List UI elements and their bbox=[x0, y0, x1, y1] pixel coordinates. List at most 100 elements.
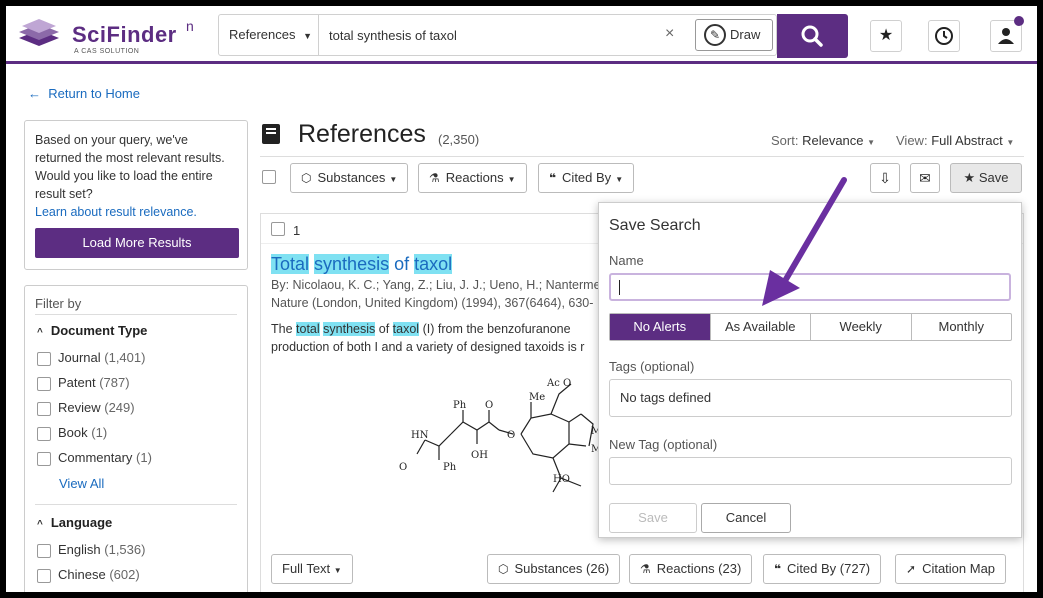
abstract-text: production of both I and a variety of de… bbox=[271, 340, 585, 354]
result-reactions-label: Reactions (23) bbox=[656, 561, 742, 576]
save-button[interactable]: ★ Save bbox=[950, 163, 1022, 193]
filter-item-commentary[interactable]: Commentary (1) bbox=[37, 450, 152, 466]
title-word: synthesis bbox=[314, 254, 390, 274]
abstract-text: The bbox=[271, 322, 293, 336]
substances-button[interactable]: ⬡ Substances ▼ bbox=[290, 163, 409, 193]
abstract-highlight: synthesis bbox=[323, 322, 376, 336]
filter-title: Filter by bbox=[35, 296, 82, 311]
checkbox[interactable] bbox=[37, 568, 51, 583]
cited-by-button[interactable]: ❝ Cited By ▼ bbox=[538, 163, 635, 193]
arrow-left-icon: ← bbox=[28, 86, 41, 101]
result-cited-by-button[interactable]: ❝ Cited By (727) bbox=[763, 554, 882, 584]
new-tag-label: New Tag (optional) bbox=[609, 437, 718, 452]
result-title-link[interactable]: Total synthesis of taxol bbox=[271, 254, 453, 275]
filter-item-review[interactable]: Review (249) bbox=[37, 400, 135, 416]
structure-label: OH bbox=[471, 450, 488, 461]
filter-item-patent[interactable]: Patent (787) bbox=[37, 375, 130, 391]
structure-label: Ph bbox=[453, 400, 467, 411]
search-bar: References ▼ × ✎ Draw bbox=[218, 14, 777, 56]
popover-cancel-button[interactable]: Cancel bbox=[701, 503, 791, 533]
save-label: Save bbox=[978, 170, 1009, 185]
title-word: of bbox=[394, 254, 410, 274]
page-title: References bbox=[298, 120, 426, 148]
chemical-structure-image[interactable]: Ac O Ph O Me HN O Me Me O OH Ph HO O bbox=[381, 374, 611, 504]
checkbox[interactable] bbox=[37, 426, 51, 441]
full-text-button[interactable]: Full Text ▼ bbox=[271, 554, 353, 584]
filter-item-journal[interactable]: Journal (1,401) bbox=[37, 350, 145, 366]
alert-option-no-alerts[interactable]: No Alerts bbox=[610, 314, 711, 340]
chevron-up-icon: ^ bbox=[37, 327, 43, 338]
tags-field[interactable]: No tags defined bbox=[609, 379, 1012, 417]
favorites-button[interactable]: ★ bbox=[870, 20, 902, 52]
notification-dot bbox=[1014, 16, 1024, 26]
filter-count: (249) bbox=[104, 400, 135, 415]
envelope-icon: ✉ bbox=[919, 170, 931, 186]
filter-label: Journal bbox=[58, 350, 101, 365]
filter-count: (1,401) bbox=[104, 350, 146, 365]
result-substances-label: Substances (26) bbox=[514, 561, 610, 576]
email-button[interactable]: ✉ bbox=[910, 163, 940, 193]
return-home-link[interactable]: ← Return to Home bbox=[28, 86, 140, 101]
scifinder-logo[interactable]: SciFinder n A CAS SOLUTION bbox=[14, 16, 194, 56]
clock-icon bbox=[935, 27, 953, 45]
new-tag-input[interactable] bbox=[609, 457, 1012, 485]
result-journal: Nature (London, United Kingdom) (1994), … bbox=[271, 296, 594, 310]
chevron-down-icon: ▼ bbox=[303, 31, 313, 41]
draw-label: Draw bbox=[730, 27, 761, 42]
filter-item-english[interactable]: English (1,536) bbox=[37, 542, 145, 558]
load-more-button[interactable]: Load More Results bbox=[35, 228, 239, 258]
abstract-text: from the benzofuranone bbox=[437, 322, 571, 336]
checkbox[interactable] bbox=[37, 351, 51, 366]
draw-button[interactable]: ✎ Draw bbox=[695, 19, 773, 51]
result-checkbox[interactable] bbox=[271, 222, 285, 236]
citation-map-button[interactable]: ➚ Citation Map bbox=[895, 554, 1007, 584]
document-type-heading[interactable]: ^ Document Type bbox=[37, 323, 147, 338]
result-count: (2,350) bbox=[438, 132, 480, 147]
history-button[interactable] bbox=[928, 20, 960, 52]
checkbox[interactable] bbox=[37, 401, 51, 416]
star-icon: ★ bbox=[878, 27, 894, 44]
search-button[interactable] bbox=[777, 14, 848, 58]
result-reactions-button[interactable]: ⚗ Reactions (23) bbox=[629, 554, 753, 584]
name-label: Name bbox=[609, 253, 644, 268]
relevance-link[interactable]: Learn about result relevance. bbox=[35, 203, 237, 221]
search-type-dropdown[interactable]: References ▼ bbox=[219, 15, 319, 55]
filter-item-book[interactable]: Book (1) bbox=[37, 425, 107, 441]
abstract-text: (I) bbox=[422, 322, 435, 336]
chevron-down-icon: ▼ bbox=[507, 175, 516, 184]
sort-dropdown[interactable]: Sort: Relevance ▼ bbox=[771, 133, 875, 148]
user-icon bbox=[998, 28, 1014, 44]
checkbox[interactable] bbox=[37, 376, 51, 391]
flask-icon: ⚗ bbox=[640, 562, 651, 576]
filter-count: (1,536) bbox=[104, 542, 146, 557]
alert-option-monthly[interactable]: Monthly bbox=[912, 314, 1012, 340]
clear-icon[interactable]: × bbox=[665, 25, 674, 43]
result-substances-button[interactable]: ⬡ Substances (26) bbox=[487, 554, 621, 584]
filter-label: Chinese bbox=[58, 567, 106, 582]
filter-label: Book bbox=[58, 425, 88, 440]
search-input[interactable] bbox=[329, 23, 659, 47]
alert-option-as-available[interactable]: As Available bbox=[711, 314, 811, 340]
full-text-label: Full Text bbox=[282, 561, 331, 576]
title-word: taxol bbox=[414, 254, 453, 274]
sort-value: Relevance bbox=[802, 133, 864, 148]
download-button[interactable]: ⇩ bbox=[870, 163, 900, 193]
result-abstract: The total synthesis of taxol (I) from th… bbox=[271, 320, 611, 356]
quote-icon: ❝ bbox=[774, 562, 782, 576]
view-dropdown[interactable]: View: Full Abstract ▼ bbox=[896, 133, 1014, 148]
chevron-down-icon: ▼ bbox=[615, 175, 624, 184]
checkbox[interactable] bbox=[37, 543, 51, 558]
compass-icon: ➚ bbox=[906, 562, 917, 576]
substance-icon: ⬡ bbox=[301, 171, 312, 185]
checkbox[interactable] bbox=[37, 451, 51, 466]
filter-item-chinese[interactable]: Chinese (602) bbox=[37, 567, 140, 583]
view-all-link[interactable]: View All bbox=[59, 476, 104, 491]
filter-count: (1) bbox=[91, 425, 108, 440]
reactions-button[interactable]: ⚗ Reactions ▼ bbox=[418, 163, 527, 193]
popover-save-button[interactable]: Save bbox=[609, 503, 697, 533]
chevron-down-icon: ▼ bbox=[333, 566, 342, 575]
chevron-down-icon: ▼ bbox=[867, 138, 876, 147]
select-all-checkbox[interactable] bbox=[262, 170, 276, 184]
alert-option-weekly[interactable]: Weekly bbox=[811, 314, 912, 340]
language-heading[interactable]: ^ Language bbox=[37, 515, 112, 530]
